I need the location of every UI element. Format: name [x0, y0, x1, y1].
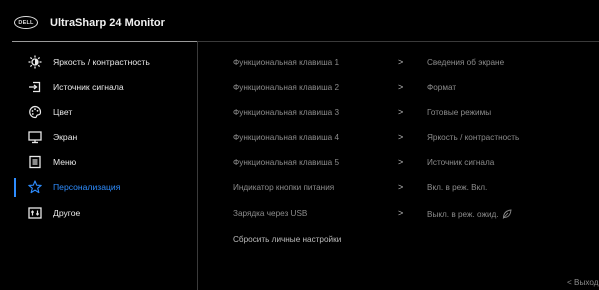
dell-logo: DELL [14, 16, 38, 29]
menu-item-personalize[interactable]: Персонализация [28, 179, 193, 195]
option-shortcut-key-3[interactable]: Функциональная клавиша 3 [233, 108, 339, 117]
menu-item-menu[interactable]: Меню [28, 154, 193, 170]
menu-list-icon [28, 155, 42, 169]
option-shortcut-key-1[interactable]: Функциональная клавиша 1 [233, 58, 339, 67]
chevron-right-icon: > [398, 157, 404, 167]
option-value: Готовые режимы [427, 108, 492, 117]
chevron-right-icon: > [398, 132, 404, 142]
exit-button[interactable]: < Выход [567, 278, 599, 287]
option-value: Вкл. в реж. Вкл. [427, 183, 488, 192]
menu-item-input-source[interactable]: Источник сигнала [28, 79, 193, 95]
eco-leaf-icon [502, 209, 512, 221]
menu-label: Меню [53, 157, 77, 167]
chevron-right-icon: > [398, 182, 404, 192]
menu-label: Яркость / контрастность [53, 57, 150, 67]
option-usb-charging[interactable]: Зарядка через USB [233, 209, 307, 218]
menu-label: Источник сигнала [53, 82, 124, 92]
option-value: Яркость / контрастность [427, 133, 520, 142]
menu-item-brightness-contrast[interactable]: Яркость / контрастность [28, 54, 193, 70]
menu-item-others[interactable]: Другое [28, 205, 193, 221]
menu-label: Экран [53, 132, 78, 142]
option-shortcut-key-5[interactable]: Функциональная клавиша 5 [233, 158, 339, 167]
option-value: Выкл. в реж. ожид. [427, 210, 499, 220]
active-indicator [14, 178, 16, 197]
star-icon [28, 180, 42, 194]
others-icon [28, 206, 42, 220]
option-reset-personalization[interactable]: Сбросить личные настройки [233, 235, 341, 244]
option-value: Источник сигнала [427, 158, 495, 167]
option-value: Сведения об экране [427, 58, 505, 67]
chevron-right-icon: > [398, 107, 404, 117]
header-divider [197, 41, 599, 42]
chevron-right-icon: > [398, 57, 404, 67]
menu-item-display[interactable]: Экран [28, 129, 193, 145]
color-palette-icon [28, 105, 42, 119]
option-shortcut-key-2[interactable]: Функциональная клавиша 2 [233, 83, 339, 92]
option-shortcut-key-4[interactable]: Функциональная клавиша 4 [233, 133, 339, 142]
display-icon [28, 130, 42, 144]
chevron-right-icon: > [398, 208, 404, 218]
menu-label: Цвет [53, 107, 73, 117]
column-divider [197, 42, 198, 290]
chevron-right-icon: > [398, 82, 404, 92]
input-source-icon [28, 80, 42, 94]
header-divider-active [12, 41, 197, 42]
option-value-usb: Выкл. в реж. ожид. [427, 209, 512, 221]
option-value: Формат [427, 83, 457, 92]
brightness-icon [28, 55, 42, 69]
option-power-button-led[interactable]: Индикатор кнопки питания [233, 183, 334, 192]
monitor-title: UltraSharp 24 Monitor [50, 17, 165, 29]
menu-label: Персонализация [53, 182, 121, 192]
osd-header: DELL UltraSharp 24 Monitor [0, 0, 599, 41]
menu-label: Другое [53, 208, 81, 218]
menu-item-color[interactable]: Цвет [28, 104, 193, 120]
